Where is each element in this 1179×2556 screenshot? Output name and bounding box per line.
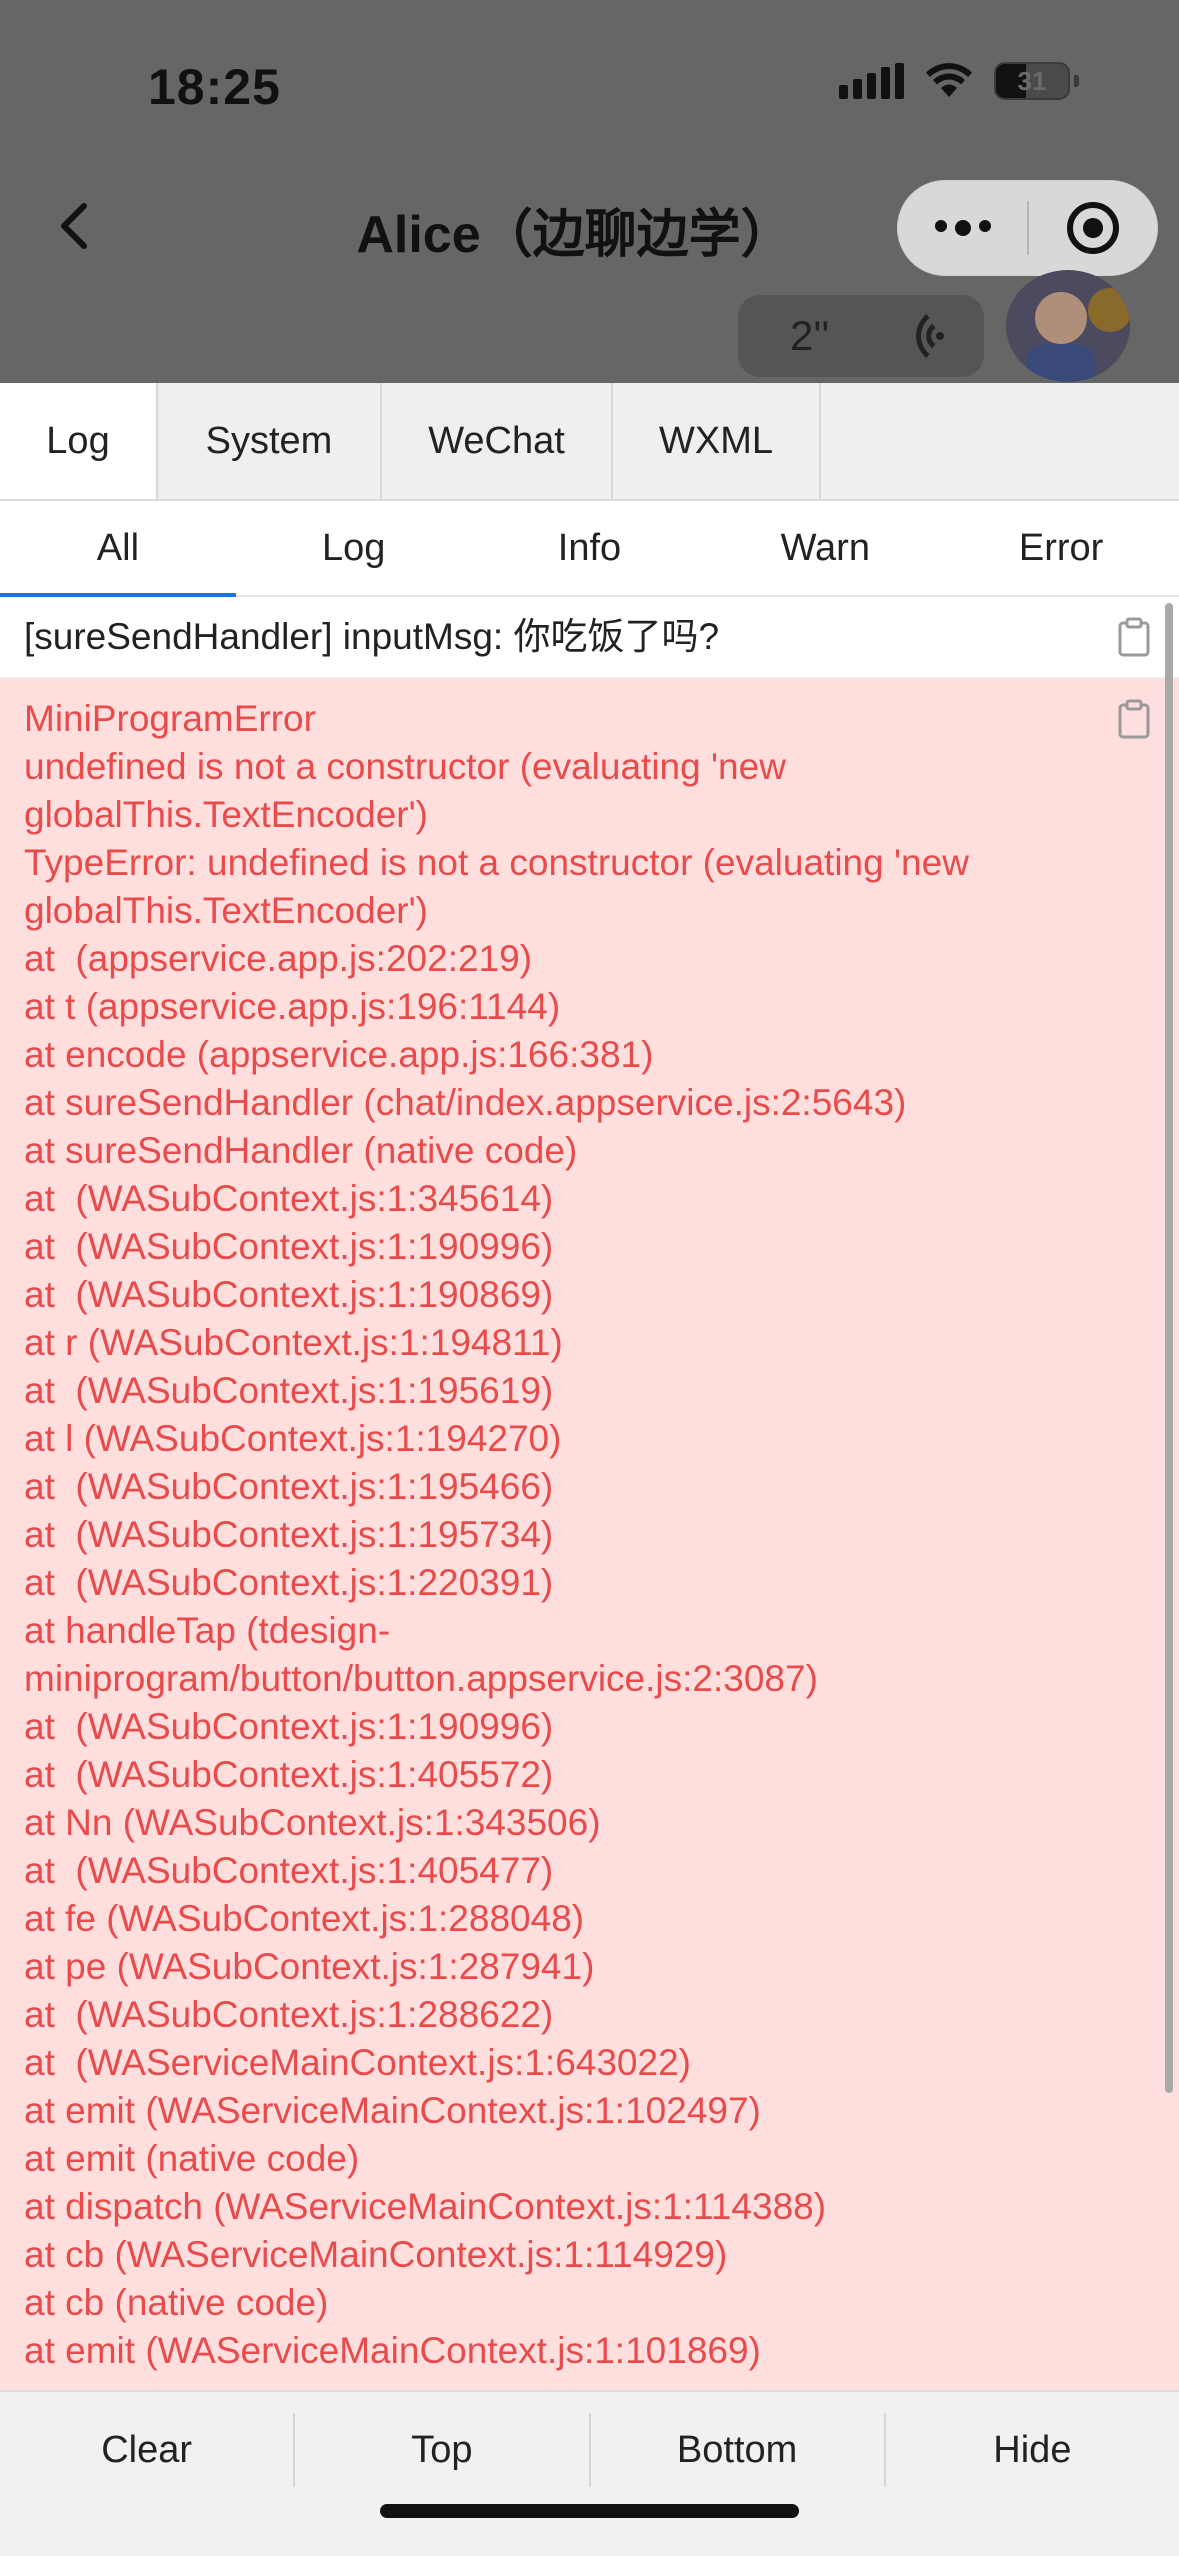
debug-panel: Log System WeChat WXML All Log Info Warn… <box>0 383 1179 2556</box>
error-line: at cb (native code) <box>24 2282 329 2323</box>
error-line: at (WASubContext.js:1:345614) <box>24 1178 554 1219</box>
log-list[interactable]: [sureSendHandler] inputMsg: 你吃饭了吗? MiniP… <box>0 597 1179 2390</box>
error-line: at emit (WAServiceMainContext.js:1:10186… <box>24 2330 761 2371</box>
scrollbar[interactable] <box>1165 603 1173 2093</box>
voice-duration: 2'' <box>790 312 830 359</box>
copy-icon[interactable] <box>1117 699 1151 739</box>
error-line: at (WASubContext.js:1:195734) <box>24 1514 554 1555</box>
close-miniprogram-icon[interactable] <box>1029 200 1157 256</box>
error-line: at t (appservice.app.js:196:1144) <box>24 986 561 1027</box>
error-line: at (appservice.app.js:202:219) <box>24 938 533 979</box>
status-icons: 31 <box>839 62 1079 100</box>
error-line: at r (WASubContext.js:1:194811) <box>24 1322 563 1363</box>
log-text: [sureSendHandler] inputMsg: 你吃饭了吗? <box>24 616 720 657</box>
avatar[interactable] <box>1006 270 1130 382</box>
voice-message-bubble[interactable]: 2'' <box>738 295 984 377</box>
wifi-icon <box>926 63 972 97</box>
error-stack-trace: MiniProgramError undefined is not a const… <box>24 695 1109 2375</box>
miniprogram-capsule <box>897 180 1158 276</box>
tab-system[interactable]: System <box>158 383 382 499</box>
error-line: at dispatch (WAServiceMainContext.js:1:1… <box>24 2186 827 2227</box>
error-line: at (WASubContext.js:1:405572) <box>24 1754 554 1795</box>
tab-wechat[interactable]: WeChat <box>382 383 613 499</box>
error-line: at pe (WASubContext.js:1:287941) <box>24 1946 595 1987</box>
error-line: at handleTap (tdesign- <box>24 1610 391 1651</box>
error-line: at fe (WASubContext.js:1:288048) <box>24 1898 585 1939</box>
filter-info[interactable]: Info <box>472 501 708 595</box>
tab-wxml[interactable]: WXML <box>613 383 821 499</box>
log-filter-tabs: All Log Info Warn Error <box>0 501 1179 597</box>
top-button[interactable]: Top <box>295 2413 591 2487</box>
hide-button[interactable]: Hide <box>886 2413 1179 2487</box>
error-line: at Nn (WASubContext.js:1:343506) <box>24 1802 601 1843</box>
home-indicator <box>380 2504 799 2518</box>
error-line: MiniProgramError <box>24 698 316 739</box>
error-line: undefined is not a constructor (evaluati… <box>24 746 786 787</box>
copy-icon[interactable] <box>1117 617 1151 657</box>
error-line: at (WASubContext.js:1:220391) <box>24 1562 554 1603</box>
error-line: at l (WASubContext.js:1:194270) <box>24 1418 562 1459</box>
error-line: at (WAServiceMainContext.js:1:643022) <box>24 2042 691 2083</box>
more-menu-icon[interactable] <box>898 220 1027 236</box>
error-line: at encode (appservice.app.js:166:381) <box>24 1034 654 1075</box>
error-line: at sureSendHandler (native code) <box>24 1130 578 1171</box>
error-line: at (WASubContext.js:1:190869) <box>24 1274 554 1315</box>
error-line: TypeError: undefined is not a constructo… <box>24 842 969 883</box>
error-line: miniprogram/button/button.appservice.js:… <box>24 1658 818 1699</box>
clear-button[interactable]: Clear <box>0 2413 296 2487</box>
filter-warn[interactable]: Warn <box>707 501 943 595</box>
chat-background: 18:25 31 Alice（边聊边学） 2'' <box>0 0 1179 383</box>
error-line: at (WASubContext.js:1:405477) <box>24 1850 554 1891</box>
error-line: at (WASubContext.js:1:190996) <box>24 1706 554 1747</box>
cellular-signal-icon <box>839 63 904 99</box>
filter-log[interactable]: Log <box>236 501 472 595</box>
error-log-item: MiniProgramError undefined is not a const… <box>0 679 1179 2390</box>
voice-wave-icon <box>916 314 944 358</box>
error-line: globalThis.TextEncoder') <box>24 890 428 931</box>
battery-level: 31 <box>1017 65 1047 96</box>
filter-error[interactable]: Error <box>943 501 1179 595</box>
error-line: at (WASubContext.js:1:195466) <box>24 1466 554 1507</box>
bottom-toolbar: Clear Top Bottom Hide <box>0 2390 1179 2556</box>
battery-icon: 31 <box>994 62 1070 100</box>
error-line: globalThis.TextEncoder') <box>24 794 428 835</box>
error-line: at (WASubContext.js:1:190996) <box>24 1226 554 1267</box>
bottom-button[interactable]: Bottom <box>591 2413 886 2487</box>
log-item: [sureSendHandler] inputMsg: 你吃饭了吗? <box>0 597 1179 679</box>
error-line: at sureSendHandler (chat/index.appservic… <box>24 1082 907 1123</box>
tab-log[interactable]: Log <box>0 383 158 499</box>
status-time: 18:25 <box>148 59 281 115</box>
error-line: at emit (WAServiceMainContext.js:1:10249… <box>24 2090 761 2131</box>
error-line: at emit (native code) <box>24 2138 360 2179</box>
error-line: at (WASubContext.js:1:195619) <box>24 1370 554 1411</box>
main-tabs: Log System WeChat WXML <box>0 383 1179 501</box>
error-line: at cb (WAServiceMainContext.js:1:114929) <box>24 2234 728 2275</box>
error-line: at (WASubContext.js:1:288622) <box>24 1994 554 2035</box>
filter-all[interactable]: All <box>0 501 236 597</box>
battery-tip <box>1074 75 1079 87</box>
